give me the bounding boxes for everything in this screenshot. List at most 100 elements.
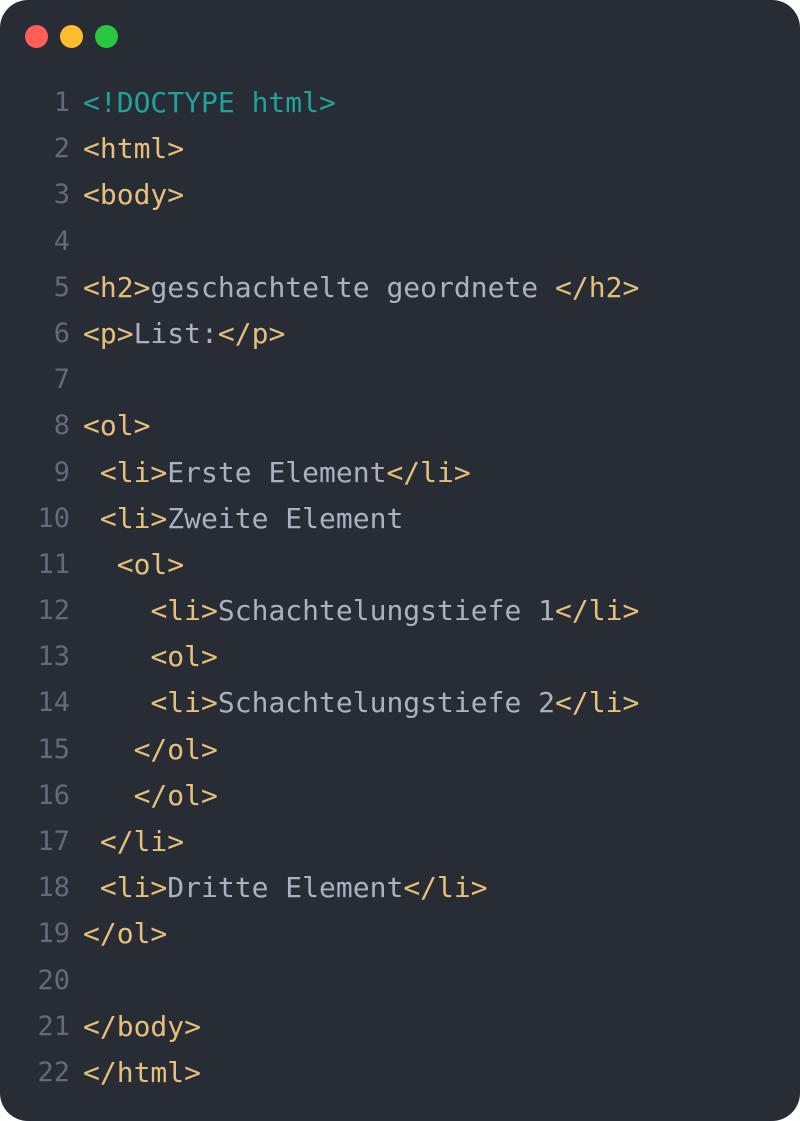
- line-number: 8: [53, 410, 70, 442]
- code-line: 14 <li>Schachtelungstiefe 2</li>: [0, 680, 800, 726]
- code-line: 5 <h2>geschachtelte geordnete </h2>: [0, 265, 800, 311]
- tag-token: </h2>: [555, 270, 640, 304]
- line-content: </ol>: [83, 773, 218, 819]
- line-content: <ol>: [83, 542, 184, 588]
- code-text: List:: [133, 316, 218, 350]
- line-content: <p>List:</p>: [83, 311, 285, 357]
- line-content: <li>Erste Element</li>: [83, 450, 471, 496]
- line-number: 18: [37, 872, 70, 904]
- line-content: <!DOCTYPE html>: [83, 80, 336, 126]
- close-button[interactable]: [25, 25, 48, 48]
- code-line: 2 <html>: [0, 126, 800, 172]
- code-text: Zweite Element: [167, 501, 404, 535]
- code-text: Schachtelungstiefe 1: [217, 594, 556, 628]
- line-content: <ol>: [83, 403, 150, 449]
- line-number: 13: [37, 641, 70, 673]
- tag-token: </li>: [99, 825, 185, 858]
- code-text: Erste Element: [167, 455, 387, 489]
- maximize-button[interactable]: [95, 25, 118, 48]
- code-text: Dritte Element: [167, 871, 404, 905]
- code-line: 7: [0, 357, 800, 403]
- code-line: 10 <li>Zweite Element: [0, 496, 800, 542]
- code-text: Schachtelungstiefe 2: [217, 686, 556, 720]
- code-line: 15 </ol>: [0, 727, 800, 773]
- doctype-token: <!DOCTYPE html>: [83, 86, 336, 119]
- code-line: 8 <ol>: [0, 403, 800, 449]
- tag-token: </ol>: [133, 732, 218, 766]
- code-line: 21 </body>: [0, 1004, 800, 1050]
- code-line: 22 </html>: [0, 1050, 800, 1096]
- line-content: <h2>geschachtelte geordnete </h2>: [83, 265, 639, 311]
- line-content: </li>: [83, 819, 184, 865]
- line-content: <html>: [83, 126, 184, 172]
- line-number: 6: [53, 317, 70, 349]
- tag-token: <h2>: [83, 270, 151, 304]
- line-number: 3: [53, 179, 70, 211]
- tag-token: <li>: [99, 455, 168, 489]
- tag-token: <p>: [83, 316, 134, 350]
- code-line: 17 </li>: [0, 819, 800, 865]
- tag-token: </li>: [555, 594, 640, 628]
- line-content: <body>: [83, 172, 184, 218]
- code-line: 16 </ol>: [0, 773, 800, 819]
- code-line: 13 <ol>: [0, 634, 800, 680]
- line-number: 9: [53, 456, 70, 488]
- minimize-button[interactable]: [60, 25, 83, 48]
- line-content: </ol>: [83, 727, 218, 773]
- line-content: <li>Schachtelungstiefe 1</li>: [83, 588, 639, 634]
- line-number: 10: [37, 502, 70, 534]
- line-content: <ol>: [83, 634, 218, 680]
- tag-token: <li>: [99, 501, 168, 535]
- line-content: </html>: [83, 1050, 201, 1096]
- code-window: 1 <!DOCTYPE html> 2 <html> 3 <body> 4 5 <h2>gesc…: [0, 0, 800, 1121]
- tag-token: <ol>: [150, 640, 218, 674]
- line-number: 4: [53, 225, 70, 257]
- code-line: 3 <body>: [0, 172, 800, 218]
- tag-token: <li>: [99, 871, 168, 905]
- line-number: 2: [53, 133, 70, 165]
- line-number: 15: [37, 733, 70, 765]
- tag-token: </p>: [217, 316, 286, 350]
- line-number: 11: [37, 548, 70, 580]
- line-number: 5: [53, 271, 70, 303]
- code-line: 19 </ol>: [0, 911, 800, 957]
- tag-token: </li>: [555, 686, 640, 720]
- code-line: 4: [0, 219, 800, 265]
- window-controls: [25, 25, 118, 48]
- line-number: 17: [37, 826, 70, 857]
- line-content: <li>Schachtelungstiefe 2</li>: [83, 680, 639, 726]
- code-text: geschachtelte geordnete: [150, 270, 556, 304]
- line-content: <li>Zweite Element: [83, 496, 403, 542]
- code-line: 11 <ol>: [0, 542, 800, 588]
- code-line: 1 <!DOCTYPE html>: [0, 80, 800, 126]
- line-number: 21: [37, 1010, 70, 1042]
- line-content: </ol>: [83, 911, 167, 957]
- line-number: 1: [53, 87, 70, 118]
- tag-token: <ol>: [116, 547, 185, 581]
- tag-token: </ol>: [83, 917, 168, 951]
- line-number: 14: [37, 687, 70, 719]
- code-line: 6 <p>List:</p>: [0, 311, 800, 357]
- code-line: 20: [0, 958, 800, 1004]
- code-block: 1 <!DOCTYPE html> 2 <html> 3 <body> 4 5 <h2>gesc…: [0, 80, 800, 1096]
- code-line: 12 <li>Schachtelungstiefe 1</li>: [0, 588, 800, 634]
- tag-token: </body>: [83, 1009, 202, 1043]
- tag-token: </li>: [386, 455, 471, 489]
- tag-token: </li>: [403, 871, 488, 905]
- line-number: 12: [37, 595, 70, 627]
- tag-token: <html>: [83, 132, 185, 166]
- code-line: 18 <li>Dritte Element</li>: [0, 865, 800, 911]
- tag-token: <li>: [150, 686, 218, 720]
- code-line: 9 <li>Erste Element</li>: [0, 450, 800, 496]
- line-content: <li>Dritte Element</li>: [83, 865, 488, 911]
